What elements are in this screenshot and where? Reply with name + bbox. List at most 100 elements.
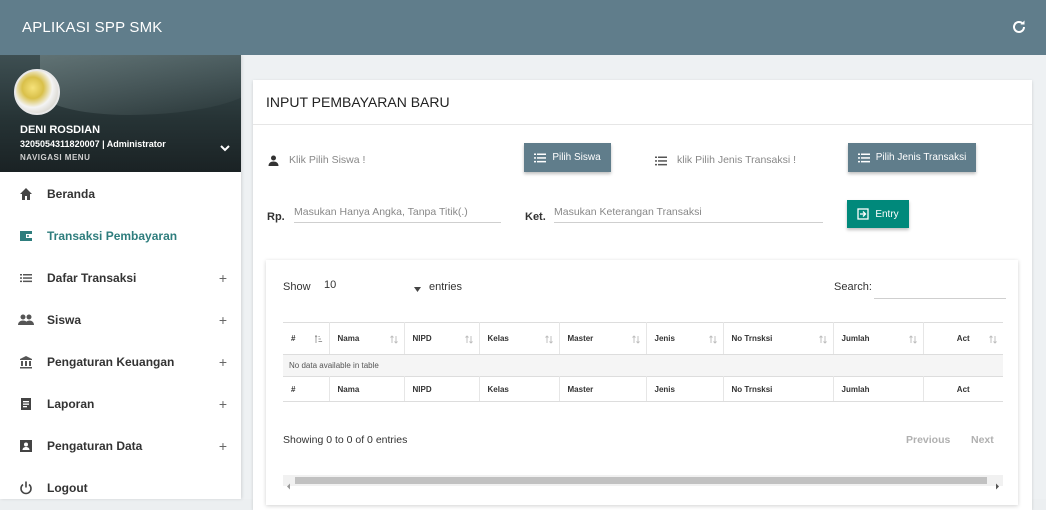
sort-icon xyxy=(544,335,553,344)
avatar[interactable] xyxy=(14,69,60,115)
column-header[interactable]: Master xyxy=(559,322,647,355)
column-footer: Nama xyxy=(329,376,405,402)
sidebar-item-pengaturan-keuangan[interactable]: Pengaturan Keuangan + xyxy=(0,341,241,383)
list-icon xyxy=(857,153,870,163)
entry-label: Entry xyxy=(875,208,899,220)
scroll-left-icon[interactable] xyxy=(285,477,293,490)
column-header[interactable]: Jumlah xyxy=(833,322,924,355)
sidebar-item-logout[interactable]: Logout xyxy=(0,467,241,509)
sort-asc-icon xyxy=(314,335,322,343)
column-header[interactable]: NIPD xyxy=(404,322,480,355)
column-footer: No Trnsksi xyxy=(723,376,834,402)
sort-icon xyxy=(908,335,917,344)
people-icon xyxy=(18,312,34,328)
column-footer: Act xyxy=(923,376,1003,402)
transactions-table-card: Show 10 entries Search: # Nama NIPD Kela… xyxy=(266,260,1018,505)
sidebar-menu: Beranda Transaksi Pembayaran Dafar Trans… xyxy=(0,173,241,509)
column-header[interactable]: Kelas xyxy=(479,322,560,355)
entries-label: entries xyxy=(429,281,463,293)
pick-transaction-type-label: Pilih Jenis Transaksi xyxy=(875,152,967,163)
column-header[interactable]: No Trnsksi xyxy=(723,322,834,355)
bank-icon xyxy=(18,354,34,370)
app-title: APLIKASI SPP SMK xyxy=(22,19,163,36)
sidebar-item-beranda[interactable]: Beranda xyxy=(0,173,241,215)
refresh-icon[interactable] xyxy=(1008,16,1030,38)
pick-student-label: Pilih Siswa xyxy=(552,152,601,163)
sidebar-item-label: Pengaturan Data xyxy=(47,439,143,453)
entries-length-value: 10 xyxy=(324,279,337,291)
empty-table-message: No data available in table xyxy=(283,354,1003,377)
sidebar-item-siswa[interactable]: Siswa + xyxy=(0,299,241,341)
column-header[interactable]: # xyxy=(283,322,330,355)
column-footer: NIPD xyxy=(404,376,480,402)
sort-icon xyxy=(389,335,398,344)
expand-icon[interactable]: + xyxy=(219,270,227,286)
sidebar-item-label: Dafar Transaksi xyxy=(47,271,137,285)
person-icon xyxy=(268,153,280,166)
note-input[interactable] xyxy=(554,206,823,223)
table-footer-row: # Nama NIPD Kelas Master Jenis No Trnsks… xyxy=(283,376,1003,402)
sidebar-item-label: Pengaturan Keuangan xyxy=(47,355,175,369)
sidebar-item-laporan[interactable]: Laporan + xyxy=(0,383,241,425)
caret-down-icon xyxy=(414,283,421,295)
sort-icon xyxy=(818,335,827,344)
amount-input[interactable] xyxy=(294,206,501,223)
column-footer: Kelas xyxy=(479,376,560,402)
entries-length-select[interactable]: 10 xyxy=(322,278,422,296)
pick-transaction-type-button[interactable]: Pilih Jenis Transaksi xyxy=(848,143,976,172)
chevron-down-icon[interactable] xyxy=(219,141,231,153)
next-page-button[interactable]: Next xyxy=(971,434,994,446)
column-footer: Jumlah xyxy=(833,376,924,402)
sidebar-item-label: Transaksi Pembayaran xyxy=(47,229,178,243)
sidebar-item-label: Siswa xyxy=(47,313,82,327)
previous-page-button[interactable]: Previous xyxy=(906,434,950,446)
power-icon xyxy=(18,480,34,496)
sidebar-item-pengaturan-data[interactable]: Pengaturan Data + xyxy=(0,425,241,467)
divider xyxy=(253,124,1032,125)
table-info: Showing 0 to 0 of 0 entries xyxy=(283,434,408,446)
expand-icon[interactable]: + xyxy=(219,312,227,328)
list-icon xyxy=(655,153,667,166)
table-header-row: # Nama NIPD Kelas Master Jenis No Trnsks… xyxy=(283,322,1003,355)
column-header[interactable]: Act xyxy=(923,322,1003,355)
sort-icon xyxy=(464,335,473,344)
app-bar: APLIKASI SPP SMK xyxy=(0,0,1046,55)
user-panel: DENI ROSDIAN 3205054311820007 | Administ… xyxy=(0,55,241,172)
sort-icon xyxy=(708,335,717,344)
column-header[interactable]: Nama xyxy=(329,322,405,355)
scrollbar-thumb[interactable] xyxy=(295,477,987,484)
scroll-right-icon[interactable] xyxy=(993,477,1001,490)
user-name: DENI ROSDIAN xyxy=(20,124,101,136)
list-icon xyxy=(18,270,34,286)
sidebar-item-transaksi-pembayaran[interactable]: Transaksi Pembayaran xyxy=(0,215,241,257)
student-field[interactable]: Klik Pilih Siswa ! xyxy=(289,154,365,166)
note-prefix: Ket. xyxy=(525,211,546,223)
column-footer: Master xyxy=(559,376,647,402)
column-header[interactable]: Jenis xyxy=(646,322,724,355)
data-icon xyxy=(18,438,34,454)
sidebar-item-dafar-transaksi[interactable]: Dafar Transaksi + xyxy=(0,257,241,299)
horizontal-scrollbar[interactable] xyxy=(283,475,1003,490)
table-row: No data available in table xyxy=(283,354,1003,377)
entry-button[interactable]: Entry xyxy=(847,200,909,228)
expand-icon[interactable]: + xyxy=(219,396,227,412)
expand-icon[interactable]: + xyxy=(219,438,227,454)
home-icon xyxy=(18,186,34,202)
sidebar-item-label: Logout xyxy=(47,481,88,495)
login-icon xyxy=(857,208,869,220)
wallet-icon xyxy=(18,228,34,244)
amount-prefix: Rp. xyxy=(267,211,285,223)
sort-icon xyxy=(631,335,640,344)
list-icon xyxy=(534,153,547,163)
user-id-role: 3205054311820007 | Administrator xyxy=(20,139,166,149)
nav-menu-label: NAVIGASI MENU xyxy=(20,153,91,160)
pick-student-button[interactable]: Pilih Siswa xyxy=(524,143,611,172)
page-title: INPUT PEMBAYARAN BARU xyxy=(266,94,450,110)
payment-form-card: INPUT PEMBAYARAN BARU Klik Pilih Siswa !… xyxy=(253,80,1032,510)
sort-icon xyxy=(989,335,997,344)
search-input[interactable] xyxy=(874,278,1006,299)
transaction-type-field[interactable]: klik Pilih Jenis Transaksi ! xyxy=(677,154,796,166)
report-icon xyxy=(18,396,34,412)
expand-icon[interactable]: + xyxy=(219,354,227,370)
column-footer: # xyxy=(283,376,330,402)
